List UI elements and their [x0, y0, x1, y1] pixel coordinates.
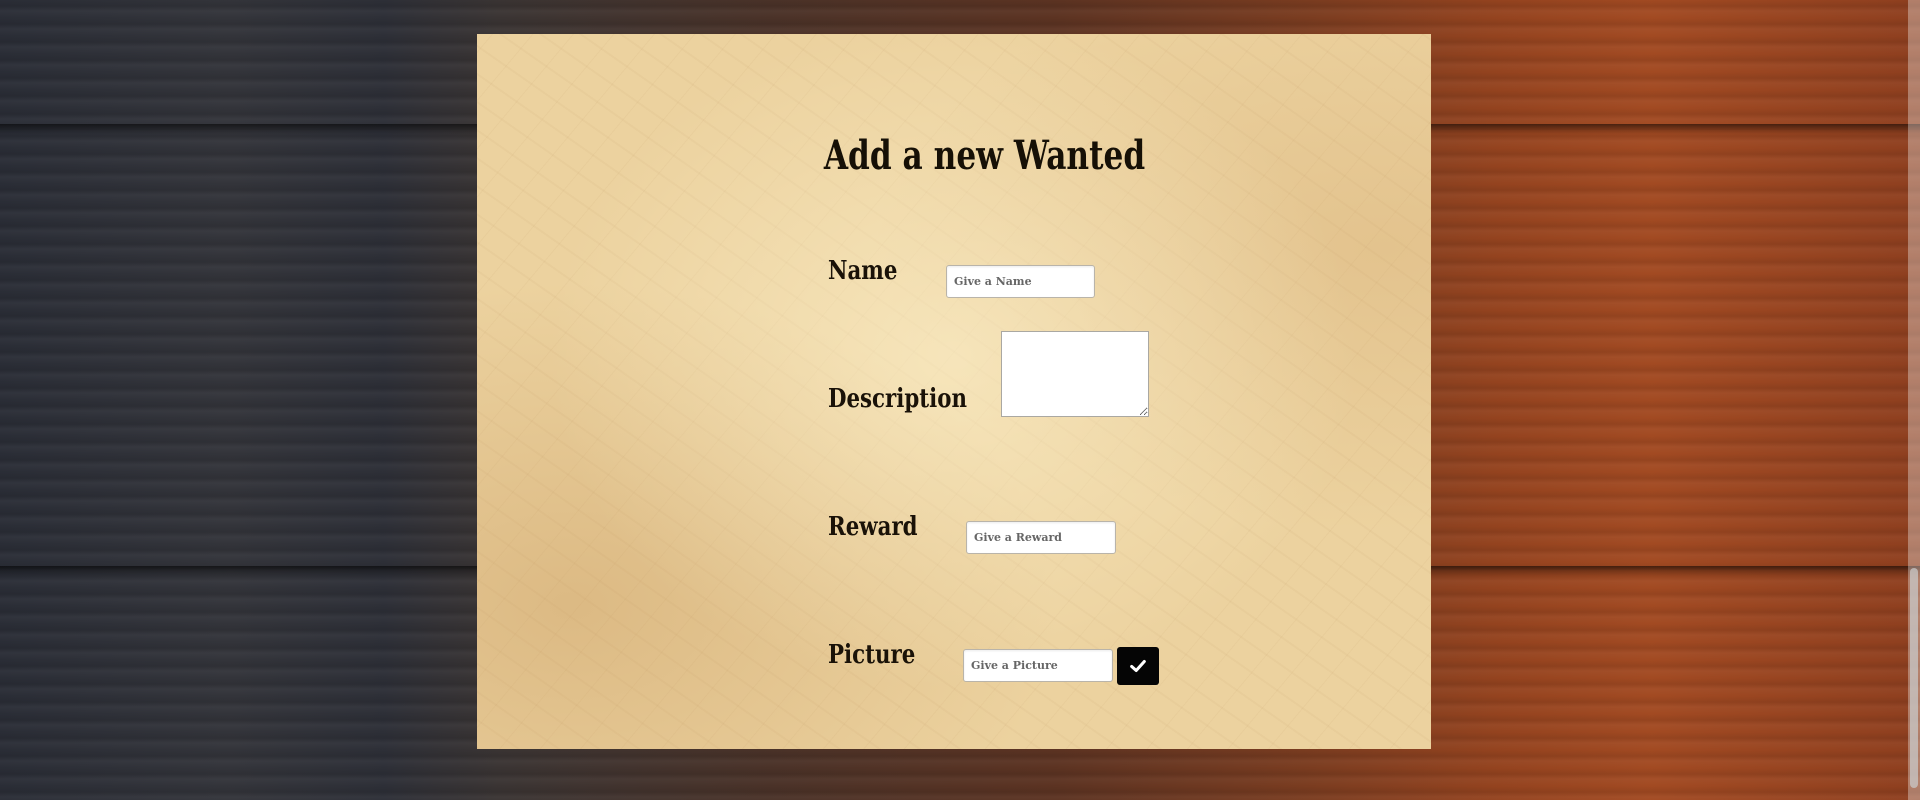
wanted-form-panel: Add a new Wanted Name Description Reward…	[477, 34, 1431, 749]
description-textarea[interactable]	[1001, 331, 1149, 417]
picture-input[interactable]	[963, 649, 1113, 682]
name-input[interactable]	[946, 265, 1095, 298]
picture-label: Picture	[828, 640, 916, 670]
reward-label: Reward	[828, 512, 918, 542]
name-label: Name	[828, 256, 898, 286]
page-scrollbar[interactable]	[1908, 0, 1920, 800]
submit-button[interactable]	[1117, 647, 1159, 685]
check-icon	[1130, 659, 1146, 673]
description-label: Description	[828, 384, 967, 414]
page-title: Add a new Wanted	[823, 132, 1146, 179]
scrollbar-thumb[interactable]	[1910, 568, 1918, 788]
reward-input[interactable]	[966, 521, 1116, 554]
